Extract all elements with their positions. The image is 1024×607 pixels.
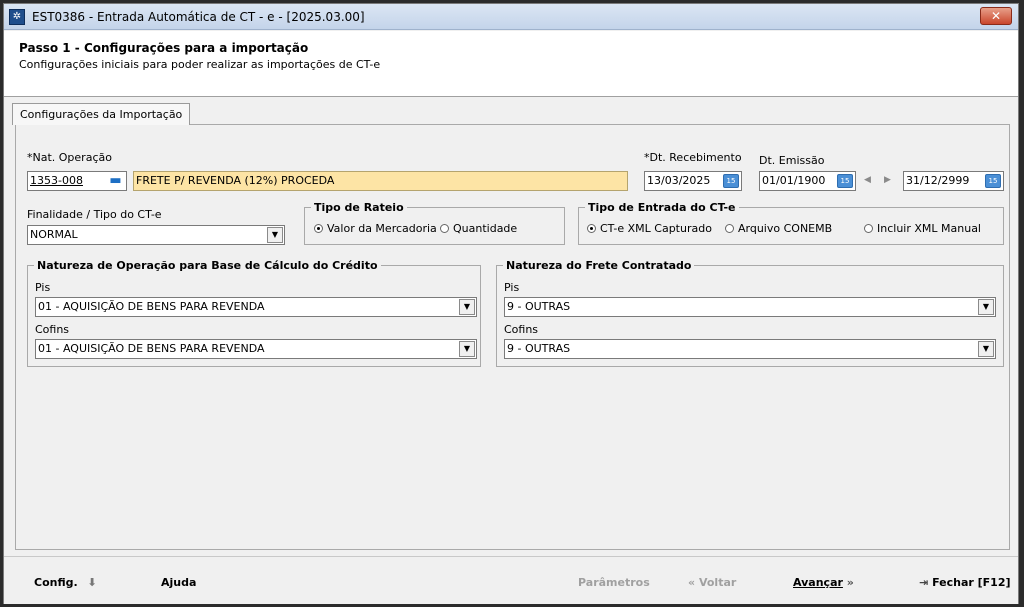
title-bar: ✲ EST0386 - Entrada Automática de CT - e… [4, 4, 1018, 30]
previous-arrow-icon[interactable]: ◀ [864, 175, 871, 185]
voltar-button[interactable]: « Voltar [688, 576, 736, 589]
natureza-base-legend: Natureza de Operação para Base de Cálcul… [37, 259, 378, 272]
avancar-button-label: Avançar [793, 576, 843, 589]
chevron-down-icon[interactable]: ▼ [459, 299, 475, 315]
nat-operacao-description-field[interactable]: FRETE P/ REVENDA (12%) PROCEDA [133, 171, 628, 191]
dt-recebimento-label: *Dt. Recebimento [644, 151, 742, 164]
radio-arquivo-conemb-label: Arquivo CONEMB [738, 222, 833, 235]
double-chevron-right-icon: » [846, 576, 854, 589]
radio-cte-xml-capturado-label: CT-e XML Capturado [600, 222, 712, 235]
natureza-frete-pis-label: Pis [504, 281, 520, 294]
radio-unselected-icon [440, 224, 449, 233]
fechar-button[interactable]: ⇥ Fechar [F12] [919, 576, 1011, 589]
dt-emissao-from-field[interactable]: 01/01/1900 15 [759, 171, 856, 191]
tipo-entrada-legend: Tipo de Entrada do CT-e [588, 201, 736, 214]
wizard-footer: Config. ⬇ Ajuda Parâmetros « Voltar Avan… [4, 556, 1018, 604]
radio-unselected-icon [725, 224, 734, 233]
config-button[interactable]: Config. ⬇ [34, 576, 97, 589]
tipo-rateio-legend: Tipo de Rateio [314, 201, 404, 214]
close-button[interactable]: ✕ [980, 7, 1012, 25]
finalidade-select[interactable]: NORMAL ▼ [27, 225, 285, 245]
folder-lookup-icon[interactable]: ▬ [107, 174, 124, 188]
config-button-label: Config. [34, 576, 78, 589]
calendar-icon[interactable]: 15 [985, 174, 1001, 188]
arrow-down-icon: ⬇ [87, 576, 97, 589]
dt-emissao-to-field[interactable]: 31/12/2999 15 [903, 171, 1004, 191]
natureza-base-pis-select[interactable]: 01 - AQUISIÇÃO DE BENS PARA REVENDA ▼ [35, 297, 477, 317]
nat-operacao-label-text: Nat. Operação [32, 151, 112, 164]
natureza-base-cofins-value: 01 - AQUISIÇÃO DE BENS PARA REVENDA [38, 342, 265, 355]
voltar-button-label: Voltar [698, 576, 737, 589]
natureza-frete-pis-value: 9 - OUTRAS [507, 300, 571, 313]
natureza-base-cofins-label: Cofins [35, 323, 70, 336]
dt-emissao-to-value: 31/12/2999 [906, 174, 970, 187]
exit-icon: ⇥ [919, 576, 929, 589]
radio-selected-icon [314, 224, 323, 233]
natureza-base-pis-label: Pis [35, 281, 51, 294]
natureza-frete-pis-select[interactable]: 9 - OUTRAS ▼ [504, 297, 996, 317]
step-title: Passo 1 - Configurações para a importaçã… [19, 41, 309, 55]
nat-operacao-code: 1353-008 [30, 174, 83, 187]
fechar-button-label: Fechar [F12] [932, 576, 1011, 589]
ajuda-button[interactable]: Ajuda [161, 576, 196, 589]
chevron-down-icon[interactable]: ▼ [978, 299, 994, 315]
parametros-button[interactable]: Parâmetros [578, 576, 650, 589]
avancar-button[interactable]: Avançar » [793, 576, 854, 589]
radio-valor-mercadoria[interactable]: Valor da Mercadoria [314, 222, 437, 235]
dt-recebimento-label-text: Dt. Recebimento [649, 151, 742, 164]
natureza-frete-cofins-value: 9 - OUTRAS [507, 342, 571, 355]
nat-operacao-description: FRETE P/ REVENDA (12%) PROCEDA [136, 174, 335, 187]
chevron-down-icon[interactable]: ▼ [978, 341, 994, 357]
window-title: EST0386 - Entrada Automática de CT - e -… [32, 10, 365, 24]
radio-incluir-xml-manual[interactable]: Incluir XML Manual [864, 222, 981, 235]
calendar-icon[interactable]: 15 [723, 174, 739, 188]
natureza-frete-cofins-select[interactable]: 9 - OUTRAS ▼ [504, 339, 996, 359]
dt-emissao-label: Dt. Emissão [759, 154, 825, 167]
finalidade-label: Finalidade / Tipo do CT-e [27, 208, 162, 221]
finalidade-value: NORMAL [30, 228, 78, 241]
double-chevron-left-icon: « [688, 576, 696, 589]
natureza-base-cofins-select[interactable]: 01 - AQUISIÇÃO DE BENS PARA REVENDA ▼ [35, 339, 477, 359]
dt-emissao-from-value: 01/01/1900 [762, 174, 826, 187]
tab-configuracoes[interactable]: Configurações da Importação [12, 103, 191, 125]
radio-incluir-xml-manual-label: Incluir XML Manual [877, 222, 981, 235]
tab-panel: *Nat. Operação 1353-008 ▬ FRETE P/ REVEN… [15, 124, 1010, 550]
natureza-base-pis-value: 01 - AQUISIÇÃO DE BENS PARA REVENDA [38, 300, 265, 313]
chevron-down-icon[interactable]: ▼ [267, 227, 283, 243]
main-window: ✲ EST0386 - Entrada Automática de CT - e… [3, 3, 1019, 604]
calendar-icon[interactable]: 15 [837, 174, 853, 188]
radio-unselected-icon [864, 224, 873, 233]
radio-quantidade[interactable]: Quantidade [440, 222, 517, 235]
radio-selected-icon [587, 224, 596, 233]
nat-operacao-label: *Nat. Operação [27, 151, 112, 164]
radio-valor-mercadoria-label: Valor da Mercadoria [327, 222, 437, 235]
nat-operacao-code-field[interactable]: 1353-008 ▬ [27, 171, 127, 191]
chevron-down-icon[interactable]: ▼ [459, 341, 475, 357]
step-subtitle: Configurações iniciais para poder realiz… [19, 58, 381, 71]
next-arrow-icon[interactable]: ▶ [884, 175, 891, 185]
radio-arquivo-conemb[interactable]: Arquivo CONEMB [725, 222, 832, 235]
radio-cte-xml-capturado[interactable]: CT-e XML Capturado [587, 222, 712, 235]
wizard-header: Passo 1 - Configurações para a importaçã… [4, 31, 1018, 97]
dt-recebimento-value: 13/03/2025 [647, 174, 711, 187]
dt-recebimento-field[interactable]: 13/03/2025 15 [644, 171, 742, 191]
natureza-frete-legend: Natureza do Frete Contratado [506, 259, 692, 272]
natureza-frete-cofins-label: Cofins [504, 323, 539, 336]
radio-quantidade-label: Quantidade [453, 222, 518, 235]
app-icon: ✲ [9, 9, 25, 25]
